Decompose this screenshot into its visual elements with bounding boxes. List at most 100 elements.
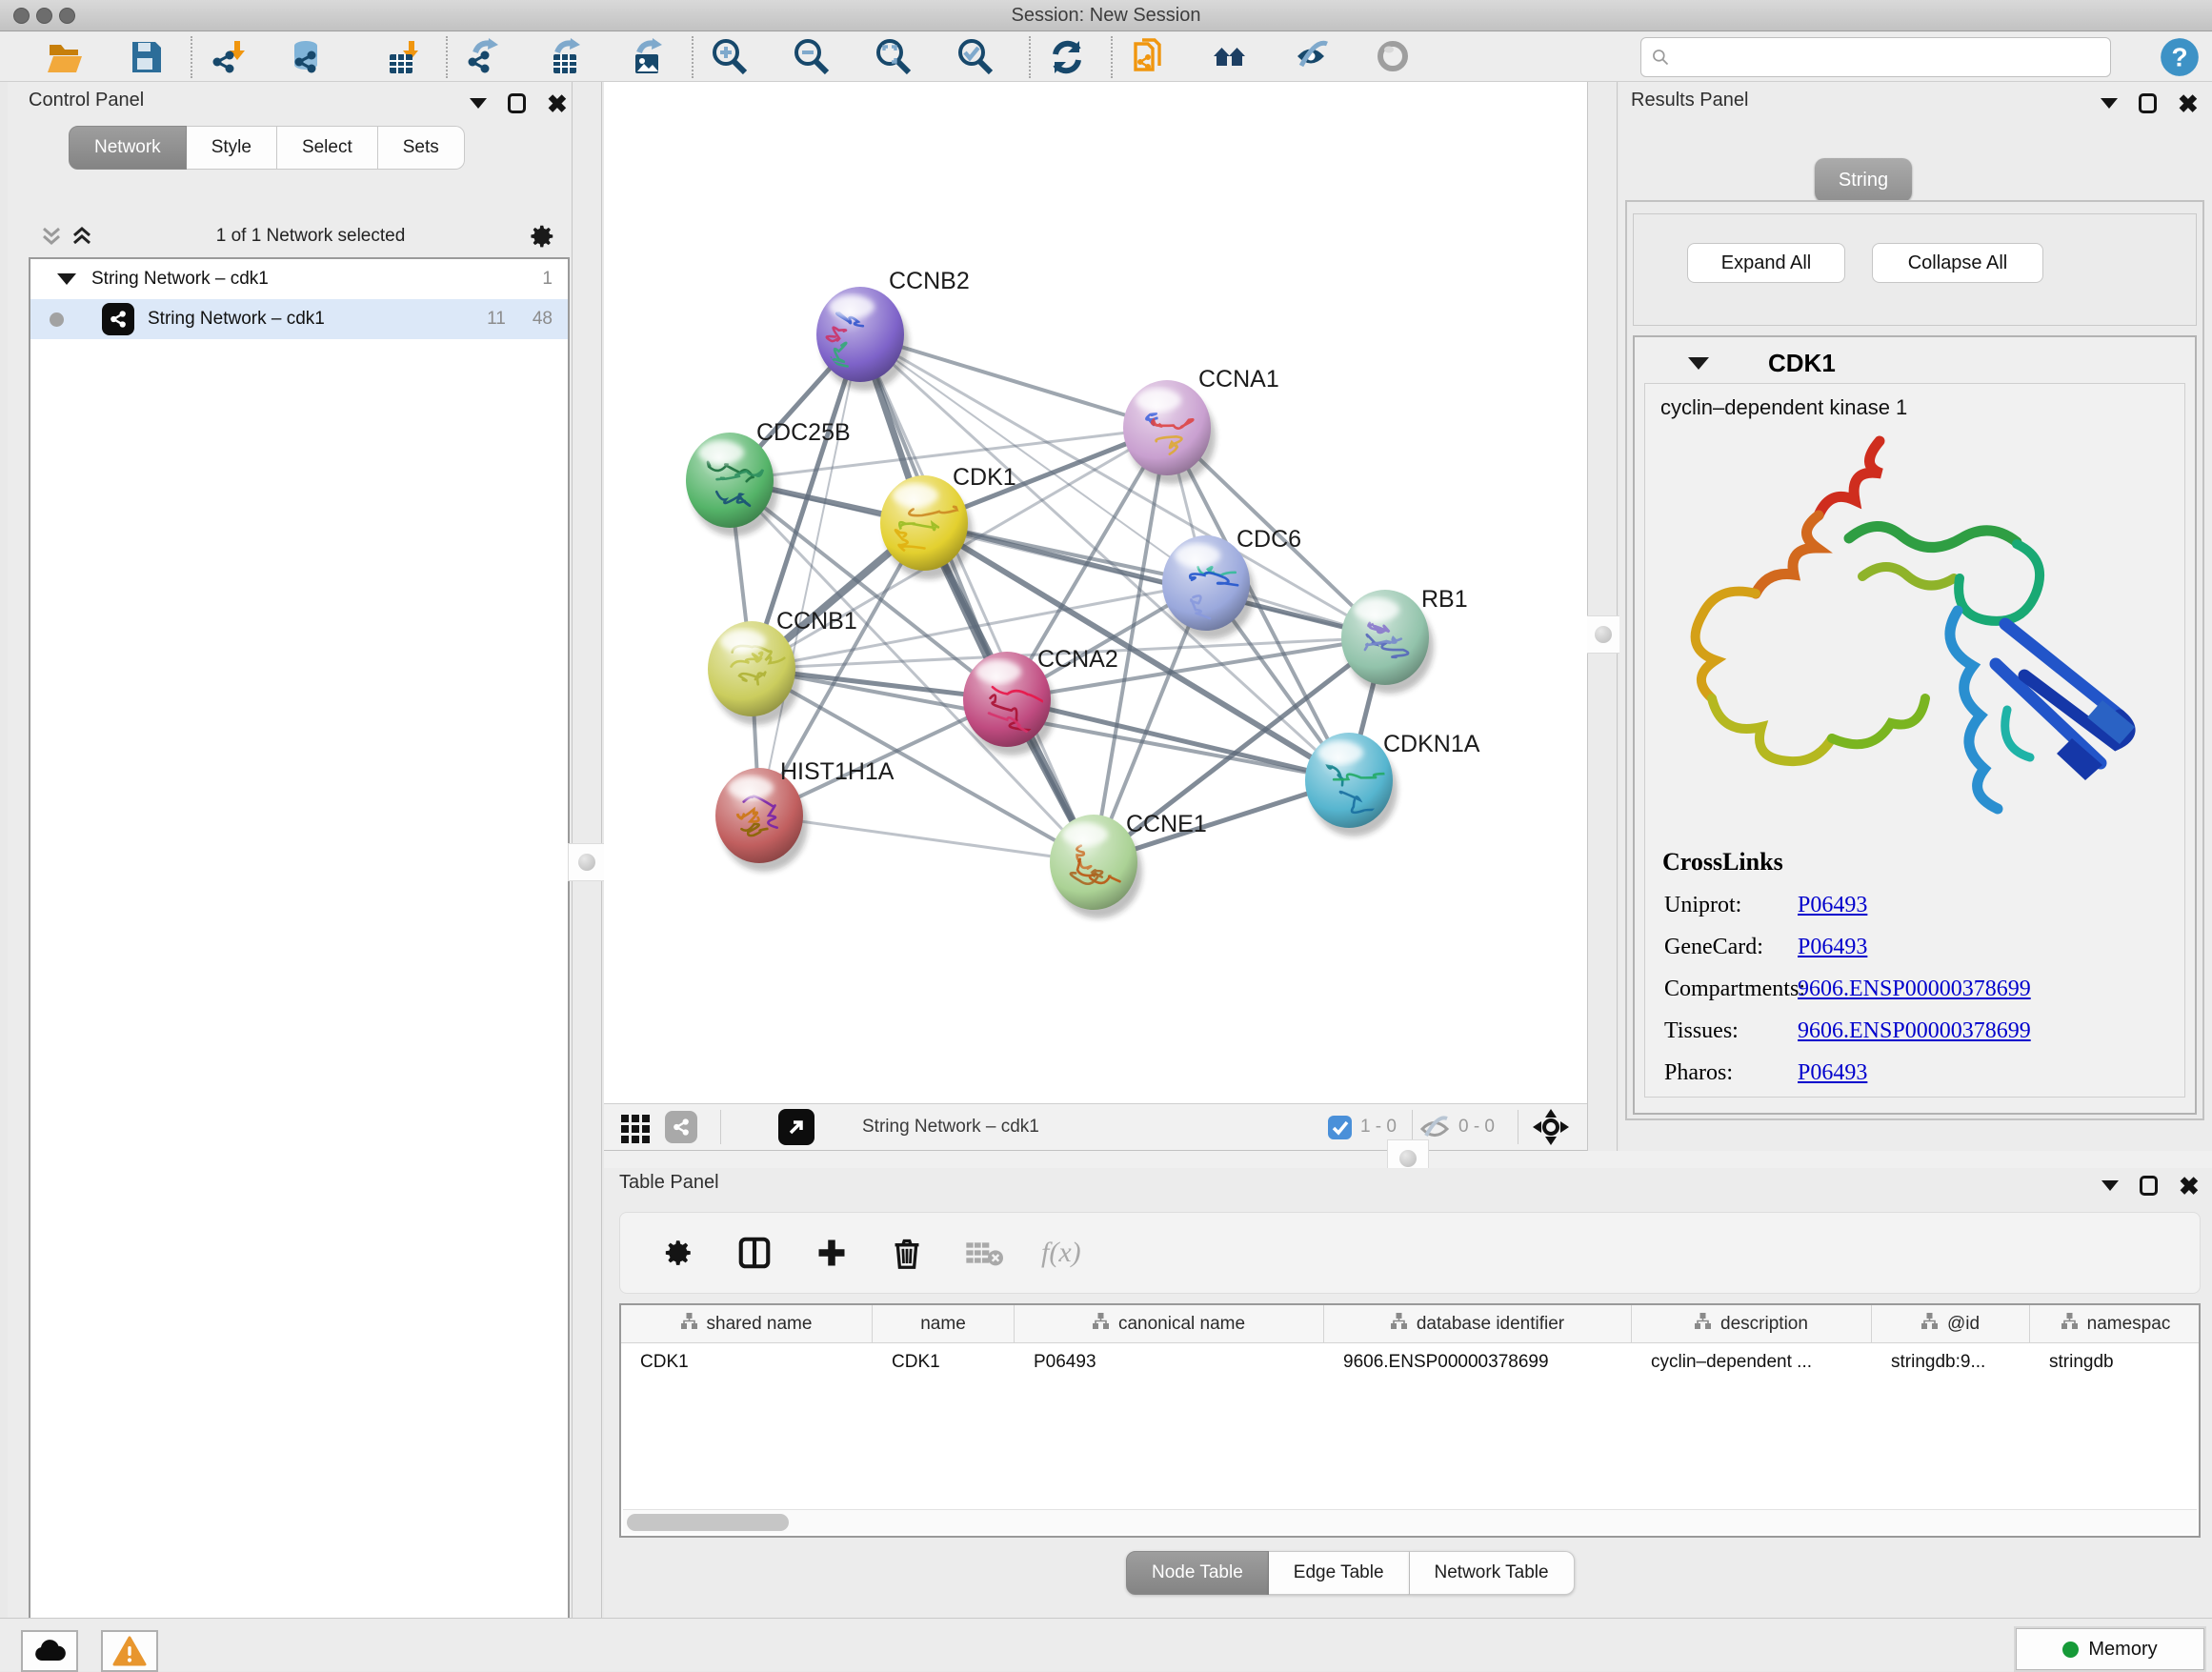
node-CDKN1A[interactable]: CDKN1A xyxy=(1305,731,1480,836)
node-CDC25B[interactable]: CDC25B xyxy=(686,419,851,536)
network-collection-row[interactable]: String Network – cdk1 1 xyxy=(30,259,568,299)
zoom-fit-button[interactable] xyxy=(867,35,920,79)
crosslink-link[interactable]: 9606.ENSP00000378699 xyxy=(1798,1018,2031,1044)
column-header-database-identifier[interactable]: database identifier xyxy=(1324,1305,1632,1342)
crosslink-link[interactable]: P06493 xyxy=(1798,935,1867,960)
tab-style[interactable]: Style xyxy=(187,126,277,170)
horizontal-splitter[interactable] xyxy=(604,1151,2212,1168)
node-CDK1[interactable]: CDK1 xyxy=(880,464,1016,579)
birdseye-grid-icon[interactable] xyxy=(619,1111,652,1143)
node-CCNA2[interactable]: CCNA2 xyxy=(963,646,1118,755)
tab-network-table[interactable]: Network Table xyxy=(1410,1551,1575,1595)
open-in-window-icon[interactable] xyxy=(778,1109,814,1145)
refresh-view-button[interactable] xyxy=(1040,35,1094,79)
crosslink-link[interactable]: P06493 xyxy=(1798,1060,1867,1086)
share-annotation-button[interactable] xyxy=(1122,35,1176,79)
tab-edge-table[interactable]: Edge Table xyxy=(1269,1551,1410,1595)
import-network-database-button[interactable] xyxy=(284,35,337,79)
network-options-gear-icon[interactable] xyxy=(528,222,556,251)
zoom-in-button[interactable] xyxy=(703,35,756,79)
node-CCNB1[interactable]: CCNB1 xyxy=(708,608,857,725)
cloud-status-button[interactable] xyxy=(21,1630,78,1672)
tab-select[interactable]: Select xyxy=(277,126,378,170)
inactive-sphere-button[interactable] xyxy=(1368,35,1421,79)
memory-button[interactable]: Memory xyxy=(2016,1628,2204,1670)
node-HIST1H1A[interactable]: HIST1H1A xyxy=(715,758,895,872)
column-header-namespac[interactable]: namespac xyxy=(2030,1305,2201,1342)
cell-description[interactable]: cyclin–dependent ... xyxy=(1632,1343,1872,1381)
column-header-name[interactable]: name xyxy=(873,1305,1015,1342)
save-session-button[interactable] xyxy=(120,35,173,79)
table-options-gear-icon[interactable] xyxy=(662,1237,694,1269)
show-columns-icon[interactable] xyxy=(736,1235,773,1271)
zoom-selected-button[interactable] xyxy=(949,35,1002,79)
string-share-icon[interactable] xyxy=(665,1111,697,1143)
edge-CCNB2-CCNE1[interactable] xyxy=(860,334,1094,862)
results-panel-float-icon[interactable] xyxy=(2139,93,2157,113)
edge-CCNB2-HIST1H1A[interactable] xyxy=(759,334,860,816)
home-houses-button[interactable] xyxy=(1204,35,1257,79)
collapse-all-icon[interactable] xyxy=(40,226,63,247)
search-input[interactable] xyxy=(1670,38,2110,76)
table-panel-collapse-icon[interactable] xyxy=(2101,1180,2119,1191)
node-CCNA1[interactable]: CCNA1 xyxy=(1123,366,1279,484)
column-header-shared-name[interactable]: shared name xyxy=(621,1305,873,1342)
crosslink-link[interactable]: P06493 xyxy=(1798,893,1867,918)
cell--id[interactable]: stringdb:9... xyxy=(1872,1343,2030,1381)
tab-network[interactable]: Network xyxy=(69,126,187,170)
table-hscrollbar-thumb[interactable] xyxy=(627,1514,789,1531)
control-panel-float-icon[interactable] xyxy=(508,93,526,113)
results-panel-close-icon[interactable]: ✖ xyxy=(2178,94,2199,113)
edge-HIST1H1A-CCNE1[interactable] xyxy=(759,816,1094,862)
zoom-out-button[interactable] xyxy=(785,35,838,79)
fit-crosshair-icon[interactable] xyxy=(1532,1108,1570,1146)
table-panel-float-icon[interactable] xyxy=(2140,1176,2158,1196)
export-network-button[interactable] xyxy=(457,35,511,79)
crosslink-link[interactable]: 9606.ENSP00000378699 xyxy=(1798,977,2031,1002)
open-file-button[interactable] xyxy=(38,35,91,79)
tab-sets[interactable]: Sets xyxy=(378,126,465,170)
tab-node-table[interactable]: Node Table xyxy=(1126,1551,1269,1595)
selected-checkbox-icon[interactable] xyxy=(1327,1115,1353,1140)
control-panel: Control Panel ✖ NetworkStyleSelectSets 1… xyxy=(8,82,572,1618)
column-header-canonical-name[interactable]: canonical name xyxy=(1015,1305,1324,1342)
network-row[interactable]: String Network – cdk1 11 48 xyxy=(30,299,568,339)
tree-expander-icon[interactable] xyxy=(57,273,76,285)
cell-name[interactable]: CDK1 xyxy=(873,1343,1015,1381)
node-CCNE1[interactable]: CCNE1 xyxy=(1050,811,1207,918)
table-panel-close-icon[interactable]: ✖ xyxy=(2179,1177,2200,1196)
export-table-button[interactable] xyxy=(539,35,593,79)
collapse-all-button[interactable]: Collapse All xyxy=(1872,243,2043,283)
node-RB1[interactable]: RB1 xyxy=(1341,586,1468,694)
results-panel-collapse-icon[interactable] xyxy=(2101,98,2118,109)
table-hscrollbar[interactable] xyxy=(623,1509,2197,1534)
cell-canonical-name[interactable]: P06493 xyxy=(1015,1343,1324,1381)
left-splitter-grip[interactable] xyxy=(568,843,606,881)
gene-expander-icon[interactable] xyxy=(1688,357,1709,370)
add-column-icon[interactable] xyxy=(814,1236,849,1270)
hide-eye-button[interactable] xyxy=(1286,35,1339,79)
column-header-description[interactable]: description xyxy=(1632,1305,1872,1342)
help-button[interactable]: ? xyxy=(2153,35,2206,79)
right-splitter-grip[interactable] xyxy=(1584,615,1622,654)
column-header--id[interactable]: @id xyxy=(1872,1305,2030,1342)
tab-string[interactable]: String xyxy=(1815,158,1912,202)
control-panel-close-icon[interactable]: ✖ xyxy=(547,94,568,113)
warning-status-button[interactable] xyxy=(101,1630,158,1672)
expand-all-icon[interactable] xyxy=(70,226,93,247)
right-splitter[interactable] xyxy=(1587,82,1618,1151)
cell-namespac[interactable]: stringdb xyxy=(2030,1343,2201,1381)
import-table-file-button[interactable] xyxy=(375,35,429,79)
node-CDC6[interactable]: CDC6 xyxy=(1162,526,1301,639)
export-image-button[interactable] xyxy=(621,35,674,79)
cell-shared-name[interactable]: CDK1 xyxy=(621,1343,873,1381)
node-CCNB2[interactable]: CCNB2 xyxy=(816,268,970,391)
gene-header-row[interactable]: CDK1 xyxy=(1635,343,2195,383)
cell-database-identifier[interactable]: 9606.ENSP00000378699 xyxy=(1324,1343,1632,1381)
expand-all-button[interactable]: Expand All xyxy=(1687,243,1845,283)
import-network-file-button[interactable] xyxy=(202,35,255,79)
delete-column-trash-icon[interactable] xyxy=(891,1236,923,1270)
network-canvas[interactable]: CCNB2 CCNA1 CDC25B CDK1 CDC6 RB1 CCNB1 CCNA2 CDK… xyxy=(604,82,1587,1103)
control-panel-collapse-icon[interactable] xyxy=(470,98,487,109)
left-splitter[interactable] xyxy=(572,82,602,1618)
